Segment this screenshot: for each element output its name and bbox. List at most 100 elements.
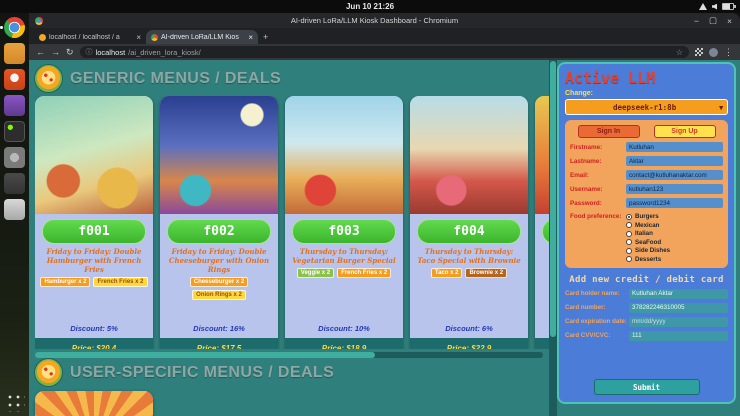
tab-localhost[interactable]: localhost / localhost / a ×: [34, 30, 146, 44]
bookmark-star-icon[interactable]: ☆: [676, 48, 683, 57]
form-row: Card CVV/CVC:: [565, 331, 728, 341]
firstname-field[interactable]: [626, 142, 723, 152]
card-illustration: [35, 391, 153, 416]
tab-kiosk-dashboard[interactable]: AI-driven LoRa/LLM Kios ×: [146, 30, 258, 44]
menu-code-badge: f001: [42, 219, 146, 244]
card-illustration: [535, 96, 549, 214]
food-option-side-dishes[interactable]: Side Dishes: [626, 247, 723, 254]
back-icon[interactable]: ←: [36, 48, 45, 57]
site-info-icon[interactable]: ⓘ: [86, 47, 93, 57]
dock-icon-chromium[interactable]: [4, 17, 25, 38]
password-label: Password:: [570, 200, 626, 207]
form-row: Lastname:: [570, 156, 723, 166]
credit-card-section-title: Add new credit / debit card: [565, 275, 728, 285]
email-label: Email:: [570, 172, 626, 179]
dock-icon-system-monitor[interactable]: [4, 173, 25, 194]
username-field[interactable]: [626, 184, 723, 194]
dock-icon-app-grid[interactable]: [4, 391, 25, 412]
price-text: [535, 338, 549, 349]
card-expiration-field[interactable]: [629, 317, 728, 327]
section-title: GENERIC MENUS / DEALS: [70, 70, 281, 88]
card-cvv-field[interactable]: [629, 331, 728, 341]
new-tab-button[interactable]: +: [263, 32, 268, 42]
system-clock[interactable]: Jun 10 21:26: [0, 0, 740, 13]
card-holder-field[interactable]: [629, 289, 728, 299]
firstname-label: Firstname:: [570, 144, 626, 151]
price-text: Price: $18.9: [285, 338, 403, 349]
system-status-area[interactable]: [699, 0, 734, 13]
item-tags: Horchata x 2: [535, 259, 549, 269]
forward-icon[interactable]: →: [51, 48, 60, 57]
menu-kebab-icon[interactable]: ⋮: [724, 48, 733, 57]
food-option-seafood[interactable]: SeaFood: [626, 239, 723, 246]
lastname-field[interactable]: [626, 156, 723, 166]
card-number-field[interactable]: [629, 303, 728, 313]
form-row: Card expiration date:: [565, 317, 728, 327]
price-text: Price: $22.9: [410, 338, 528, 349]
tab-close-icon[interactable]: ×: [248, 33, 253, 42]
food-option-burgers[interactable]: Burgers: [626, 213, 723, 220]
radio-button[interactable]: [626, 239, 632, 245]
radio-button[interactable]: [626, 222, 632, 228]
food-option-desserts[interactable]: Desserts: [626, 256, 723, 263]
menu-card-f003[interactable]: f003 Thursday to Thursday: Vegetarian Bu…: [285, 96, 403, 349]
card-illustration: [35, 96, 153, 214]
llm-model-select[interactable]: deepseek-r1:8b ▾: [565, 99, 728, 115]
profile-avatar[interactable]: [709, 48, 718, 57]
extensions-icon[interactable]: [695, 48, 703, 56]
sign-in-button[interactable]: Sign In: [578, 125, 640, 138]
form-row: Password:: [570, 198, 723, 208]
menu-card-partial[interactable]: [35, 391, 153, 416]
food-option-mexican[interactable]: Mexican: [626, 222, 723, 229]
close-button[interactable]: ×: [727, 16, 732, 26]
radio-button[interactable]: [626, 256, 632, 262]
card-illustration: [285, 96, 403, 214]
price-text: Price: $20.4: [35, 338, 153, 349]
deal-description: Friday to Friday: Double Hamburger with …: [40, 247, 148, 274]
screen: Jun 10 21:26 AI-driven LoRa/LLM Kiosk Da…: [0, 0, 740, 416]
dock-icon-files[interactable]: [4, 43, 25, 64]
submit-button[interactable]: Submit: [594, 379, 700, 395]
url-path: /ai_driven_lora_kiosk/: [128, 48, 201, 57]
menu-card-f004[interactable]: f004 Thursday to Thursday: Taco Special …: [410, 96, 528, 349]
username-label: Username:: [570, 186, 626, 193]
tab-strip: localhost / localhost / a × AI-driven Lo…: [29, 28, 740, 44]
vertical-scrollbar[interactable]: [549, 60, 557, 416]
form-row: Card holder name:: [565, 289, 728, 299]
dock-icon-terminal[interactable]: [4, 121, 25, 142]
menu-card-f001[interactable]: f001 Friday to Friday: Double Hamburger …: [35, 96, 153, 349]
radio-button[interactable]: [626, 248, 632, 254]
horizontal-scrollbar[interactable]: [35, 352, 543, 358]
dock-icon-settings[interactable]: [4, 147, 25, 168]
menu-card-f002[interactable]: f002 Friday to Friday: Double Cheeseburg…: [160, 96, 278, 349]
password-field[interactable]: [626, 198, 723, 208]
minimize-button[interactable]: −: [694, 16, 699, 26]
menu-code-badge: f002: [167, 219, 271, 244]
dock-icon-trash[interactable]: [4, 199, 25, 220]
battery-icon: [722, 3, 734, 10]
menu-card-f005[interactable]: f005 Thursday to Thursday: Horchata x 2: [535, 96, 549, 349]
change-model-label: Change:: [565, 90, 728, 97]
tab-label: localhost / localhost / a: [49, 34, 133, 41]
radio-button[interactable]: [626, 214, 632, 220]
reload-icon[interactable]: ↻: [66, 48, 74, 57]
deal-description: Friday to Friday: Double Cheeseburger wi…: [165, 247, 273, 274]
scrollbar-thumb[interactable]: [550, 61, 556, 337]
food-option-italian[interactable]: Italian: [626, 230, 723, 237]
card-number-label: Card number:: [565, 304, 629, 311]
scrollbar-thumb[interactable]: [35, 352, 375, 358]
address-bar[interactable]: ⓘ localhost /ai_driven_lora_kiosk/ ☆: [80, 46, 689, 58]
email-field[interactable]: [626, 170, 723, 180]
maximize-button[interactable]: ▢: [709, 15, 717, 26]
item-tag: Hamburger x 2: [40, 277, 90, 287]
sign-up-button[interactable]: Sign Up: [654, 125, 716, 138]
radio-button[interactable]: [626, 231, 632, 237]
discount-text: Discount: 10%: [285, 324, 403, 333]
deal-description: Thursday to Thursday: Vegetarian Burger …: [290, 247, 398, 265]
window-titlebar[interactable]: AI-driven LoRa/LLM Kiosk Dashboard - Chr…: [29, 13, 740, 28]
lastname-label: Lastname:: [570, 158, 626, 165]
dock-icon-text-editor[interactable]: [4, 95, 25, 116]
dock-icon-software-center[interactable]: [4, 69, 25, 90]
tab-close-icon[interactable]: ×: [136, 33, 141, 42]
form-row: Email:: [570, 170, 723, 180]
